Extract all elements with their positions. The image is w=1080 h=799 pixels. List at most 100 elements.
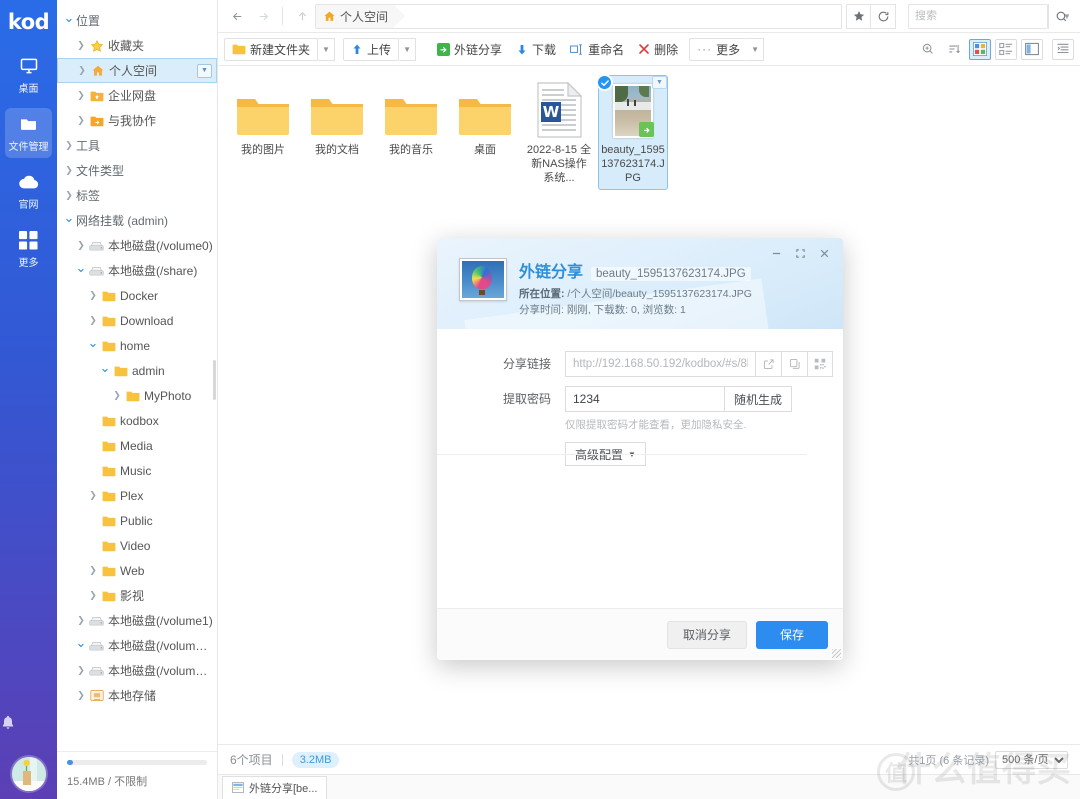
minimize-icon[interactable] <box>765 243 787 263</box>
chevron-right-icon[interactable]: ❯ <box>74 616 88 625</box>
folder-tree[interactable]: ⌄位置❯收藏夹❯个人空间▼❯企业网盘❯与我协作❯工具❯文件类型❯标签⌄网络挂载 … <box>57 0 217 751</box>
file-item[interactable]: 我的图片 <box>228 75 298 190</box>
tree-node-home[interactable]: ⌄home <box>57 333 217 358</box>
chevron-right-icon[interactable]: ❯ <box>74 666 88 675</box>
delete-button[interactable]: 删除 <box>631 38 685 61</box>
chevron-right-icon[interactable]: ❯ <box>86 566 100 575</box>
chevron-right-icon[interactable]: ❯ <box>74 116 88 125</box>
more-button[interactable]: ··· 更多 <box>689 38 747 61</box>
open-external-icon[interactable] <box>755 351 781 377</box>
chevron-right-icon[interactable]: ❯ <box>86 491 100 500</box>
tree-node-位置[interactable]: ⌄位置 <box>57 8 217 33</box>
tree-node-video[interactable]: Video <box>57 533 217 558</box>
file-item[interactable]: beauty_1595137623174.JPG▼ <box>598 75 668 190</box>
refresh-button[interactable] <box>871 4 896 29</box>
share-link-button[interactable]: 外链分享 <box>430 38 509 61</box>
search-input[interactable] <box>909 10 1063 22</box>
chevron-down-icon[interactable]: ⌄ <box>74 636 88 649</box>
breadcrumb-item-personal[interactable]: 个人空间 <box>316 5 394 28</box>
tree-node-本地磁盘-volume1-[interactable]: ❯本地磁盘(/volume1/... <box>57 658 217 683</box>
tree-node-admin[interactable]: ⌄admin <box>57 358 217 383</box>
page-size-select[interactable]: 50 条/页100 条/页500 条/页 <box>995 751 1068 769</box>
tree-node-工具[interactable]: ❯工具 <box>57 133 217 158</box>
tree-node-本地磁盘-volume1-[interactable]: ❯本地磁盘(/volume1) <box>57 608 217 633</box>
chevron-right-icon[interactable]: ❯ <box>110 391 124 400</box>
file-item[interactable]: 我的音乐 <box>376 75 446 190</box>
tree-node-menu-caret[interactable]: ▼ <box>197 64 212 78</box>
tree-scrollbar[interactable] <box>213 360 216 400</box>
chevron-right-icon[interactable]: ❯ <box>62 166 76 175</box>
rail-item-website[interactable]: 官网 <box>5 166 52 216</box>
tree-node-本地磁盘-volume1-[interactable]: ⌄本地磁盘(/volume1/... <box>57 633 217 658</box>
chevron-right-icon[interactable]: ❯ <box>74 41 88 50</box>
notifications-button[interactable] <box>0 714 57 731</box>
chevron-right-icon[interactable]: ❯ <box>86 291 100 300</box>
tree-node-music[interactable]: Music <box>57 458 217 483</box>
file-item[interactable]: 桌面 <box>450 75 520 190</box>
breadcrumb[interactable]: 个人空间 <box>315 4 842 29</box>
cancel-share-button[interactable]: 取消分享 <box>667 621 747 649</box>
tree-node-media[interactable]: Media <box>57 433 217 458</box>
favorite-button[interactable] <box>846 4 871 29</box>
chevron-right-icon[interactable]: ❯ <box>62 141 76 150</box>
split-view-icon[interactable] <box>1021 39 1043 60</box>
chevron-down-icon[interactable]: ⌄ <box>86 336 100 349</box>
new-folder-button[interactable]: 新建文件夹 <box>224 38 318 61</box>
copy-icon[interactable] <box>781 351 807 377</box>
list-view-icon[interactable] <box>995 39 1017 60</box>
chevron-right-icon[interactable]: ❯ <box>75 66 89 75</box>
tree-node-文件类型[interactable]: ❯文件类型 <box>57 158 217 183</box>
detail-panel-icon[interactable] <box>1052 39 1074 60</box>
chevron-down-icon[interactable]: ⌄ <box>74 261 88 274</box>
selected-check-icon[interactable] <box>596 74 613 91</box>
chevron-right-icon[interactable]: ❯ <box>74 691 88 700</box>
tree-node-myphoto[interactable]: ❯MyPhoto <box>57 383 217 408</box>
new-folder-dropdown[interactable]: ▼ <box>318 38 335 61</box>
tree-node-public[interactable]: Public <box>57 508 217 533</box>
tree-node-web[interactable]: ❯Web <box>57 558 217 583</box>
close-icon[interactable] <box>813 243 835 263</box>
upload-dropdown[interactable]: ▼ <box>399 38 416 61</box>
rail-item-desktop[interactable]: 桌面 <box>5 50 52 100</box>
file-item[interactable]: 我的文档 <box>302 75 372 190</box>
chevron-right-icon[interactable]: ❯ <box>74 91 88 100</box>
rename-button[interactable]: 重命名 <box>563 38 631 61</box>
tree-node-docker[interactable]: ❯Docker <box>57 283 217 308</box>
back-button[interactable] <box>224 4 250 28</box>
download-button[interactable]: 下载 <box>509 38 563 61</box>
maximize-icon[interactable] <box>789 243 811 263</box>
chevron-right-icon[interactable]: ❯ <box>62 191 76 200</box>
tree-node-本地磁盘-volume0-[interactable]: ❯本地磁盘(/volume0) <box>57 233 217 258</box>
tree-node-与我协作[interactable]: ❯与我协作 <box>57 108 217 133</box>
tree-node-企业网盘[interactable]: ❯企业网盘 <box>57 83 217 108</box>
chevron-down-icon[interactable]: ⌄ <box>62 11 76 24</box>
generate-password-button[interactable]: 随机生成 <box>724 386 792 412</box>
tree-node-个人空间[interactable]: ❯个人空间▼ <box>57 58 217 83</box>
file-item[interactable]: W2022-8-15 全新NAS操作系统... <box>524 75 594 190</box>
thumbnail-view-icon[interactable] <box>969 39 991 60</box>
tree-node-本地磁盘-share-[interactable]: ⌄本地磁盘(/share) <box>57 258 217 283</box>
tree-node-收藏夹[interactable]: ❯收藏夹 <box>57 33 217 58</box>
upload-button[interactable]: 上传 <box>343 38 399 61</box>
tree-node-kodbox[interactable]: kodbox <box>57 408 217 433</box>
chevron-down-icon[interactable]: ⌄ <box>62 211 76 224</box>
advanced-settings-button[interactable]: 高级配置 ▼ <box>565 442 646 466</box>
chevron-right-icon[interactable]: ❯ <box>86 591 100 600</box>
tree-node-plex[interactable]: ❯Plex <box>57 483 217 508</box>
file-item-menu-caret[interactable]: ▼ <box>652 76 667 89</box>
chevron-right-icon[interactable]: ❯ <box>74 241 88 250</box>
forward-button[interactable] <box>250 4 276 28</box>
dialog-resize-handle[interactable] <box>832 649 841 658</box>
sort-icon[interactable] <box>943 39 965 60</box>
tree-node-download[interactable]: ❯Download <box>57 308 217 333</box>
zoom-icon[interactable] <box>917 39 939 60</box>
rail-item-more[interactable]: 更多 <box>5 224 52 274</box>
avatar[interactable] <box>12 757 46 791</box>
chevron-down-icon[interactable]: ⌄ <box>98 361 112 374</box>
chevron-right-icon[interactable]: ❯ <box>86 316 100 325</box>
taskbar-item-share[interactable]: 外链分享[be... <box>222 776 327 799</box>
share-link-input[interactable] <box>565 351 755 377</box>
tree-node-影视[interactable]: ❯影视 <box>57 583 217 608</box>
tree-node-网络挂载-admin-[interactable]: ⌄网络挂载 (admin) <box>57 208 217 233</box>
more-dropdown[interactable]: ▼ <box>747 38 764 61</box>
